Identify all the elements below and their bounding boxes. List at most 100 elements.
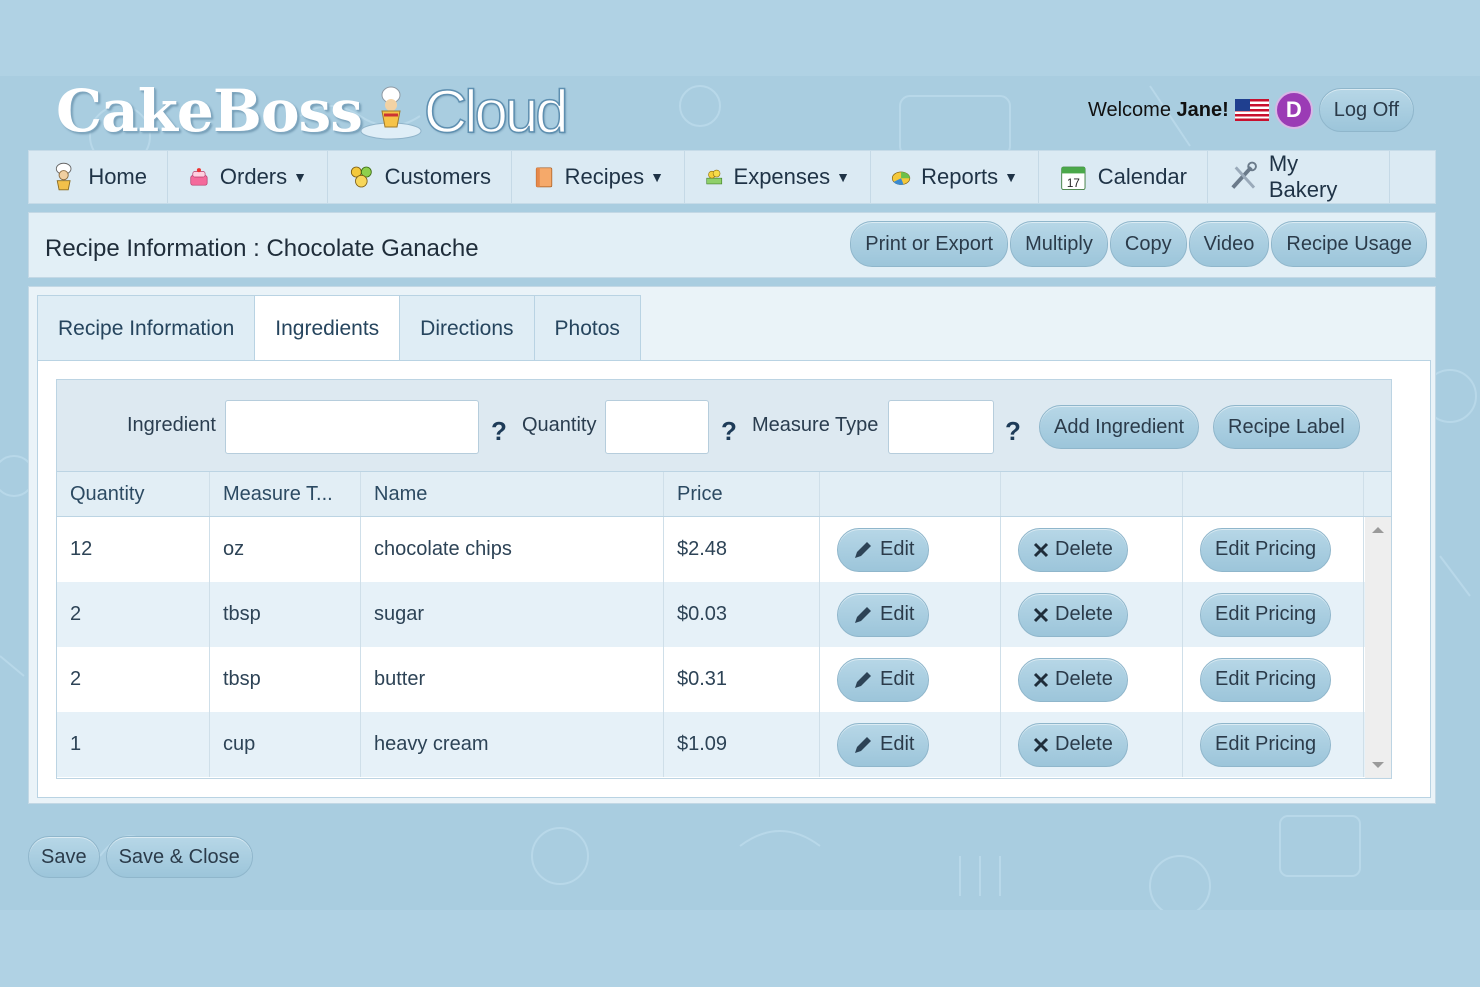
cake-icon <box>190 168 208 186</box>
copy-button[interactable]: Copy <box>1109 221 1187 267</box>
nav-item-recipes[interactable]: Recipes ▼ <box>512 151 685 203</box>
quantity-help-icon[interactable]: ? <box>721 416 737 447</box>
measure-type-input[interactable] <box>888 400 994 454</box>
cell-name: heavy cream <box>361 712 664 777</box>
ingredient-input[interactable] <box>225 400 479 454</box>
table-row: 12 oz chocolate chips $2.48 Edit Delete … <box>57 517 1391 582</box>
edit-button[interactable]: Edit <box>837 722 930 767</box>
pencil-icon <box>852 604 874 626</box>
calendar-day: 17 <box>1067 177 1080 190</box>
nav-item-customers[interactable]: Customers <box>328 151 512 203</box>
edit-button[interactable]: Edit <box>837 592 930 637</box>
tab-ingredients[interactable]: Ingredients <box>254 295 401 362</box>
multiply-button[interactable]: Multiply <box>1010 221 1108 267</box>
add-ingredient-button[interactable]: Add Ingredient <box>1039 405 1200 449</box>
pencil-icon <box>852 734 874 756</box>
measure-type-label: Measure Type <box>752 414 879 436</box>
nav-label-calendar: Calendar <box>1097 164 1187 189</box>
video-button[interactable]: Video <box>1188 221 1270 267</box>
nav-label-expenses: Expenses <box>733 164 831 189</box>
scroll-up-icon[interactable] <box>1372 527 1384 533</box>
delete-button[interactable]: Delete <box>1018 592 1128 637</box>
edit-button[interactable]: Edit <box>837 657 930 702</box>
title-actions: Print or Export Multiply Copy Video Reci… <box>850 221 1427 267</box>
tab-directions[interactable]: Directions <box>399 295 535 361</box>
table-row: 1 cup heavy cream $1.09 Edit Delete Edit… <box>57 712 1391 777</box>
pencil-icon <box>852 669 874 691</box>
table-scrollbar[interactable] <box>1365 517 1391 778</box>
save-button[interactable]: Save <box>28 836 100 878</box>
table-row: 2 tbsp butter $0.31 Edit Delete Edit Pri… <box>57 647 1391 712</box>
cell-price: $1.09 <box>664 712 820 777</box>
cell-measure: tbsp <box>210 582 361 647</box>
cell-edit-pricing: Edit Pricing <box>1183 647 1364 712</box>
header-measure-type[interactable]: Measure T... <box>210 472 361 516</box>
logoff-button[interactable]: Log Off <box>1318 88 1414 132</box>
ingredient-label: Ingredient <box>127 414 216 436</box>
edit-pricing-button[interactable]: Edit Pricing <box>1200 592 1332 637</box>
cell-quantity: 1 <box>57 712 210 777</box>
nav-item-home[interactable]: Home <box>29 151 168 203</box>
cell-measure: cup <box>210 712 361 777</box>
cell-price: $2.48 <box>664 517 820 582</box>
cell-price: $0.31 <box>664 647 820 712</box>
edit-button[interactable]: Edit <box>837 527 930 572</box>
cell-edit-pricing: Edit Pricing <box>1183 712 1364 777</box>
cell-delete: Delete <box>1001 582 1183 647</box>
print-export-button[interactable]: Print or Export <box>850 221 1009 267</box>
chevron-down-icon: ▼ <box>293 169 307 185</box>
quantity-label: Quantity <box>522 414 597 436</box>
recipe-label-button[interactable]: Recipe Label <box>1213 405 1360 449</box>
tools-icon <box>1231 161 1257 189</box>
tab-recipe-information[interactable]: Recipe Information <box>37 295 256 361</box>
recipe-panel: Recipe Information Ingredients Direction… <box>28 286 1436 804</box>
header-price[interactable]: Price <box>664 472 820 516</box>
measure-help-icon[interactable]: ? <box>1005 416 1021 447</box>
quantity-input[interactable] <box>605 400 709 454</box>
nav-item-reports[interactable]: Reports ▼ <box>871 151 1039 203</box>
nav-item-expenses[interactable]: Expenses ▼ <box>685 151 871 203</box>
page-title: Recipe Information : Chocolate Ganache <box>45 235 479 262</box>
ingredient-form: Ingredient ? Quantity ? Measure Type ? A… <box>57 380 1391 472</box>
delete-button[interactable]: Delete <box>1018 657 1128 702</box>
delete-button[interactable]: Delete <box>1018 722 1128 767</box>
tab-photos[interactable]: Photos <box>533 295 641 361</box>
scroll-down-icon[interactable] <box>1372 762 1384 768</box>
cell-quantity: 2 <box>57 647 210 712</box>
edit-pricing-button[interactable]: Edit Pricing <box>1200 657 1332 702</box>
ingredient-help-icon[interactable]: ? <box>491 416 507 447</box>
cell-measure: oz <box>210 517 361 582</box>
cell-edit: Edit <box>820 582 1001 647</box>
nav-item-orders[interactable]: Orders ▼ <box>168 151 328 203</box>
header-delete <box>1001 472 1183 516</box>
user-name: Jane! <box>1176 98 1229 121</box>
ingredients-tab-content: Ingredient ? Quantity ? Measure Type ? A… <box>37 360 1431 798</box>
cell-quantity: 12 <box>57 517 210 582</box>
delete-button[interactable]: Delete <box>1018 527 1128 572</box>
avatar[interactable]: D <box>1274 91 1313 129</box>
us-flag-icon[interactable] <box>1234 99 1269 121</box>
header-edit <box>820 472 1001 516</box>
cell-edit: Edit <box>820 647 1001 712</box>
edit-pricing-button[interactable]: Edit Pricing <box>1200 722 1332 767</box>
nav-item-my-bakery[interactable]: My Bakery <box>1208 151 1390 203</box>
close-icon <box>1033 542 1049 558</box>
cell-name: sugar <box>361 582 664 647</box>
cell-quantity: 2 <box>57 582 210 647</box>
cell-delete: Delete <box>1001 647 1183 712</box>
header-name[interactable]: Name <box>361 472 664 516</box>
close-icon <box>1033 672 1049 688</box>
user-welcome: Welcome Jane! D Log Off <box>1088 88 1414 132</box>
table-header: Quantity Measure T... Name Price <box>57 472 1391 517</box>
cell-name: chocolate chips <box>361 517 664 582</box>
save-close-button[interactable]: Save & Close <box>105 836 253 878</box>
app-logo[interactable]: CakeBoss Cloud <box>56 77 569 146</box>
header-quantity[interactable]: Quantity <box>57 472 210 516</box>
cell-edit: Edit <box>820 712 1001 777</box>
cell-edit-pricing: Edit Pricing <box>1183 582 1364 647</box>
money-icon <box>706 169 723 185</box>
logo-text-cloud: Cloud <box>423 77 569 146</box>
edit-pricing-button[interactable]: Edit Pricing <box>1200 527 1332 572</box>
recipe-usage-button[interactable]: Recipe Usage <box>1271 221 1427 267</box>
nav-item-calendar[interactable]: 17 Calendar <box>1039 151 1208 203</box>
